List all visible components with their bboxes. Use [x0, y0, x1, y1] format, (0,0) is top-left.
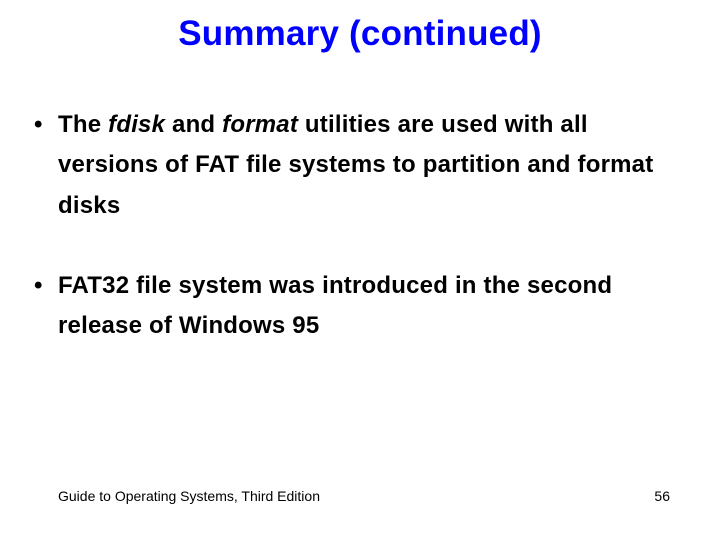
italic-run: fdisk [108, 111, 165, 138]
slide-title: Summary (continued) [0, 14, 720, 54]
bullet-item: FAT32 file system was introduced in the … [30, 266, 690, 347]
italic-run: format [222, 111, 298, 138]
footer-source: Guide to Operating Systems, Third Editio… [58, 488, 320, 504]
bullet-text: The fdisk and format utilities are used … [58, 111, 653, 219]
text-run: FAT32 file system was introduced in the … [58, 272, 612, 339]
bullet-list: The fdisk and format utilities are used … [30, 105, 690, 347]
bullet-item: The fdisk and format utilities are used … [30, 105, 690, 226]
page-number: 56 [654, 488, 670, 504]
text-run: The [58, 111, 108, 138]
bullet-text: FAT32 file system was introduced in the … [58, 272, 612, 339]
text-run: and [165, 111, 222, 138]
slide: Summary (continued) The fdisk and format… [0, 0, 720, 540]
slide-body: The fdisk and format utilities are used … [30, 105, 690, 347]
